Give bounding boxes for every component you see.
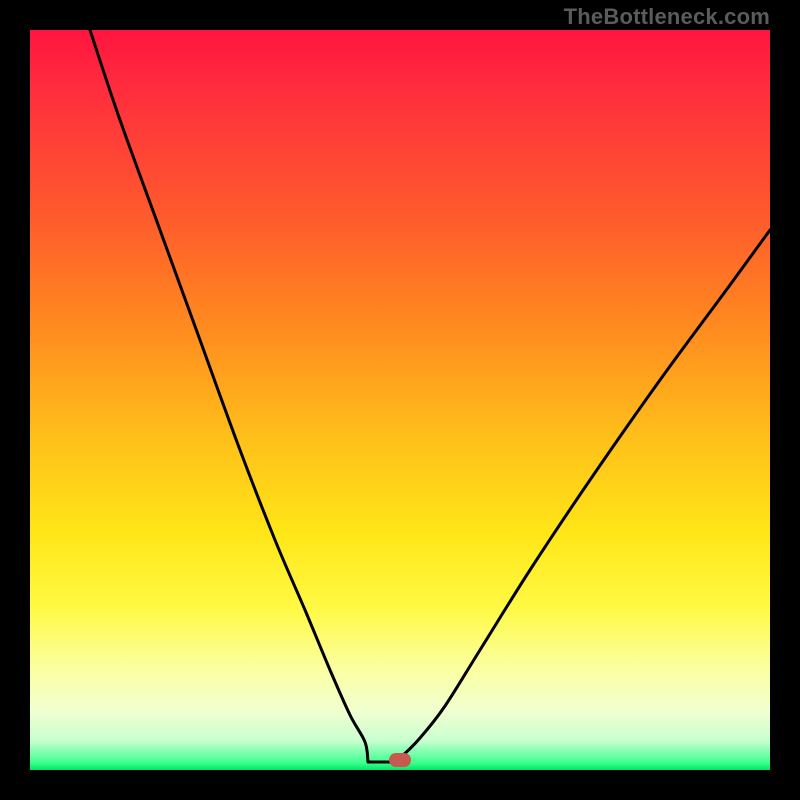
bottleneck-curve bbox=[90, 30, 770, 762]
plot-area bbox=[30, 30, 770, 770]
chart-frame: TheBottleneck.com bbox=[0, 0, 800, 800]
minimum-marker bbox=[389, 753, 411, 767]
curve-svg bbox=[30, 30, 770, 770]
watermark-text: TheBottleneck.com bbox=[564, 4, 770, 30]
